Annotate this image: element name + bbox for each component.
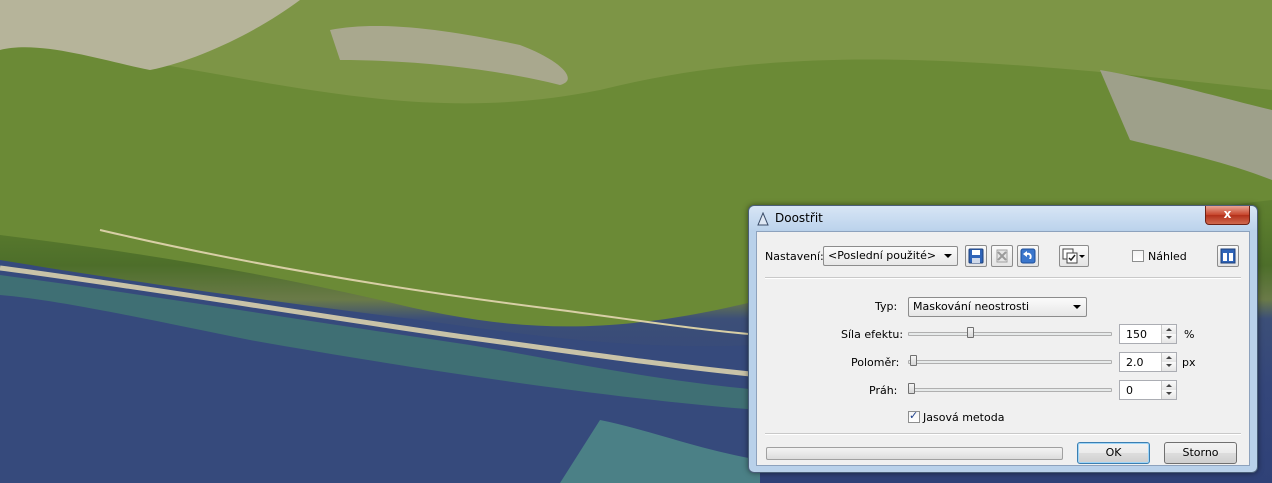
preview-checkbox[interactable] [1132,250,1144,262]
radius-label: Poloměr: [851,356,900,369]
delete-preset-button[interactable] [991,245,1013,267]
preset-label: Nastavení: [765,250,824,263]
strength-spinbox[interactable]: 150 [1119,324,1177,344]
title-bar[interactable]: Doostřit x [749,206,1257,230]
strength-slider-track[interactable] [908,332,1112,336]
strength-value: 150 [1126,328,1147,341]
chevron-down-icon [1073,305,1081,309]
luminance-checkbox[interactable] [908,409,920,423]
radius-unit: px [1182,356,1196,369]
split-view-button[interactable] [1217,245,1239,267]
type-value: Maskování neostrosti [913,300,1030,313]
chevron-down-icon [944,254,952,258]
options-button[interactable] [1059,245,1089,267]
threshold-label: Práh: [869,384,898,397]
radius-spinbox[interactable]: 2.0 [1119,352,1177,372]
threshold-spinbox[interactable]: 0 [1119,380,1177,400]
close-icon: x [1223,207,1232,221]
divider [765,433,1241,435]
delete-icon [996,249,1008,263]
threshold-slider-track[interactable] [908,388,1112,392]
radius-value: 2.0 [1126,356,1144,369]
ok-button[interactable]: OK [1077,442,1150,464]
radius-slider-track[interactable] [908,360,1112,364]
decrement-button[interactable] [1162,334,1176,343]
sharpen-dialog: Doostřit x Nastavení: <Poslední použité> [748,205,1258,473]
type-label: Typ: [875,300,898,313]
threshold-slider-thumb[interactable] [908,383,915,394]
preset-select[interactable]: <Poslední použité> [823,246,958,266]
strength-label: Síla efektu: [841,328,904,341]
progress-bar [766,447,1063,460]
floppy-disk-icon [968,248,984,264]
checklist-icon [1062,248,1085,264]
type-select[interactable]: Maskování neostrosti [908,297,1087,317]
decrement-button[interactable] [1162,362,1176,371]
preset-value: <Poslední použité> [828,249,937,262]
strength-slider-thumb[interactable] [967,327,974,338]
reset-button[interactable] [1017,245,1039,267]
sharpen-icon [757,212,769,226]
preview-label: Náhled [1148,250,1187,263]
cancel-button[interactable]: Storno [1164,442,1237,464]
divider [765,277,1241,279]
strength-unit: % [1184,328,1195,341]
save-preset-button[interactable] [965,245,987,267]
decrement-button[interactable] [1162,390,1176,399]
threshold-value: 0 [1126,384,1133,397]
close-button[interactable]: x [1205,206,1250,225]
dialog-title: Doostřit [775,211,823,225]
split-view-icon [1220,248,1236,264]
dialog-client: Nastavení: <Poslední použité> Náhled Typ… [756,231,1250,466]
undo-icon [1020,248,1036,264]
luminance-label: Jasová metoda [923,411,1005,424]
radius-slider-thumb[interactable] [910,355,917,366]
